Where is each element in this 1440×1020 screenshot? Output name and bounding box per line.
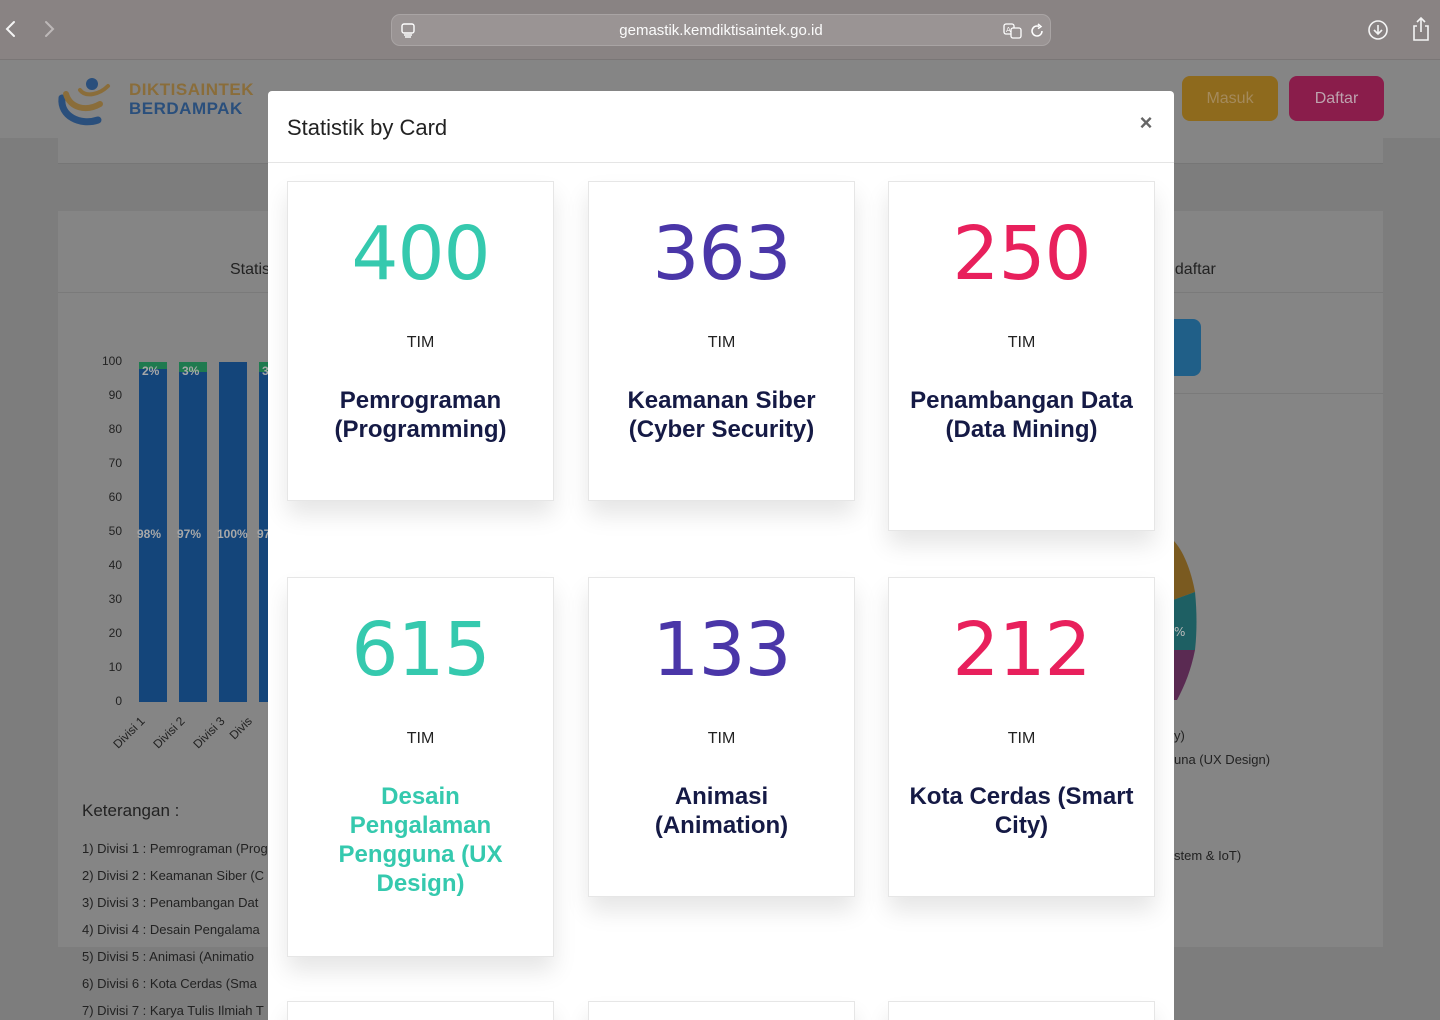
keterangan-item: 6) Divisi 6 : Kota Cerdas (Sma <box>82 976 257 991</box>
chevron-left-icon <box>5 21 15 37</box>
stat-card-partial[interactable] <box>588 1001 855 1020</box>
y-tick-label: 60 <box>108 490 122 504</box>
count-unit: TIM <box>707 730 736 747</box>
browser-toolbar: gemastik.kemdiktisaintek.go.id A <box>0 0 1440 60</box>
logo-text-top: DIKTISAINTEK <box>129 80 254 99</box>
legend-item: y) <box>1174 728 1185 743</box>
division-name: Pemrograman (Programming) <box>334 387 507 443</box>
keterangan-item: 1) Divisi 1 : Pemrograman (Prog <box>82 841 268 856</box>
logo-icon <box>58 78 110 126</box>
division-name: Animasi (Animation) <box>654 783 789 839</box>
pie-chart-fragment: % <box>1173 540 1197 700</box>
count-unit: TIM <box>707 334 736 351</box>
y-tick-label: 10 <box>108 660 122 674</box>
y-tick-label: 90 <box>108 388 122 402</box>
stat-card[interactable]: 133 TIM Animasi (Animation) <box>588 577 855 897</box>
stat-card-partial[interactable] <box>888 1001 1155 1020</box>
url-text: gemastik.kemdiktisaintek.go.id <box>619 22 823 39</box>
logo-text-bottom: BERDAMPAK <box>129 99 243 118</box>
translate-icon[interactable]: A <box>1003 23 1023 39</box>
count-unit: TIM <box>406 730 435 747</box>
stat-card[interactable]: 400 TIM Pemrograman (Programming) <box>287 181 554 501</box>
stat-card[interactable]: 212 TIM Kota Cerdas (Smart City) <box>888 577 1155 897</box>
y-tick-label: 100 <box>101 354 122 368</box>
y-tick-label: 80 <box>108 422 122 436</box>
y-tick-label: 0 <box>115 694 122 708</box>
count-unit: TIM <box>1007 334 1036 351</box>
masuk-button[interactable]: Masuk <box>1182 76 1278 121</box>
bar-value-label: 2% <box>142 364 160 378</box>
bar-value-label: 100% <box>217 527 248 541</box>
share-icon[interactable] <box>1410 16 1432 42</box>
stat-card[interactable]: 615 TIM Desain Pengalaman Pengguna (UX Des… <box>287 577 554 957</box>
keterangan-item: 5) Divisi 5 : Animasi (Animatio <box>82 949 254 964</box>
team-count: 400 <box>351 211 490 297</box>
y-tick-label: 50 <box>108 524 122 538</box>
statistik-modal: Statistik by Card × 400 TIM Pemrograman (P… <box>268 91 1174 1020</box>
y-tick-label: 20 <box>108 626 122 640</box>
count-unit: TIM <box>1007 730 1036 747</box>
team-count: 250 <box>952 211 1091 297</box>
pie-label: % <box>1174 625 1185 639</box>
division-name: Penambangan Data (Data Mining) <box>910 387 1133 443</box>
keterangan-item: 7) Divisi 7 : Karya Tulis Ilmiah T <box>82 1003 264 1018</box>
bar-value-label: 98% <box>137 527 162 541</box>
keterangan-item: 2) Divisi 2 : Keamanan Siber (C <box>82 868 265 883</box>
svg-text:A: A <box>1006 26 1011 34</box>
keterangan-title: Keterangan : <box>82 801 180 820</box>
daftar-button[interactable]: Daftar <box>1289 76 1384 121</box>
team-count: 615 <box>351 607 490 693</box>
panel-title-left: Statis <box>230 261 271 278</box>
address-bar[interactable]: gemastik.kemdiktisaintek.go.id A <box>391 14 1051 46</box>
divider <box>1173 393 1383 394</box>
stat-card-partial[interactable] <box>287 1001 554 1020</box>
bar-value-label: 3% <box>182 364 200 378</box>
count-unit: TIM <box>406 334 435 351</box>
chevron-right-icon <box>45 21 55 37</box>
modal-header: Statistik by Card × <box>268 91 1174 163</box>
bar-value-label: 97% <box>177 527 202 541</box>
modal-title: Statistik by Card <box>287 115 448 140</box>
close-button[interactable]: × <box>1134 111 1158 135</box>
team-count: 212 <box>952 607 1091 693</box>
y-tick-label: 40 <box>108 558 122 572</box>
division-name: Desain Pengalaman Pengguna (UX Design) <box>338 783 503 897</box>
keterangan-item: 4) Divisi 4 : Desain Pengalama <box>82 922 260 937</box>
y-tick-label: 70 <box>108 456 122 470</box>
team-count: 133 <box>652 607 791 693</box>
forward-button[interactable] <box>38 17 60 41</box>
y-tick-label: 30 <box>108 592 122 606</box>
download-icon[interactable] <box>1366 18 1390 42</box>
back-button[interactable] <box>0 17 22 41</box>
division-name: Kota Cerdas (Smart City) <box>909 783 1134 839</box>
legend-item: stem & IoT) <box>1174 848 1242 863</box>
stat-card[interactable]: 250 TIM Penambangan Data (Data Mining) <box>888 181 1155 531</box>
keterangan-item: 3) Divisi 3 : Penambangan Dat <box>82 895 259 910</box>
reload-icon[interactable] <box>1028 22 1046 40</box>
division-name: Keamanan Siber (Cyber Security) <box>627 387 816 443</box>
close-icon: × <box>1139 110 1153 135</box>
stat-card[interactable]: 363 TIM Keamanan Siber (Cyber Security) <box>588 181 855 501</box>
legend-item: una (UX Design) <box>1174 752 1271 767</box>
team-count: 363 <box>652 211 791 297</box>
